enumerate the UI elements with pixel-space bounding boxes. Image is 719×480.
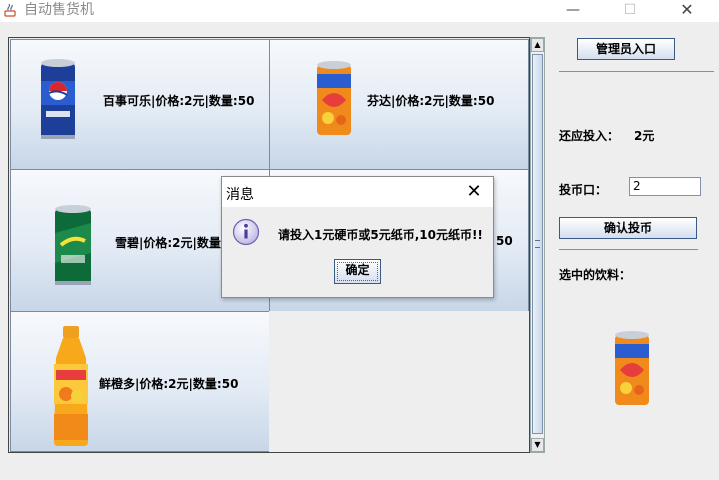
drink-label: 50 <box>496 234 513 248</box>
selected-drink-label: 选中的饮料： <box>559 268 632 282</box>
grid-scrollbar[interactable]: ▲ ▼ <box>530 37 545 453</box>
drink-label: 芬达|价格:2元|数量:50 <box>367 94 495 108</box>
admin-entry-button[interactable]: 管理员入口 <box>577 38 675 60</box>
coin-slot-label: 投币口： <box>559 183 608 197</box>
dialog-title: 消息 <box>226 187 254 203</box>
maximize-button[interactable]: ☐ <box>607 0 653 22</box>
empty-cell <box>269 311 529 452</box>
drink-cell-fanta[interactable]: 芬达|价格:2元|数量:50 <box>269 39 529 170</box>
drink-label: 鲜橙多|价格:2元|数量:50 <box>99 377 239 391</box>
java-app-icon <box>4 3 16 17</box>
scrollbar-thumb[interactable] <box>532 54 543 434</box>
divider <box>559 249 698 250</box>
drink-cell-orange[interactable]: 鲜橙多|价格:2元|数量:50 <box>10 311 270 452</box>
dialog-close-icon[interactable]: ✕ <box>462 180 486 204</box>
selected-fanta-can-image <box>615 331 649 405</box>
info-icon <box>232 218 260 246</box>
dialog-ok-button[interactable]: 确定 <box>334 259 381 284</box>
drink-label: 百事可乐|价格:2元|数量:50 <box>103 94 255 108</box>
scroll-up-arrow-icon[interactable]: ▲ <box>531 38 544 52</box>
window-titlebar: 自动售货机 — ☐ ✕ <box>0 0 719 22</box>
remaining-label: 还应投入： <box>559 129 620 143</box>
remaining-value: 2元 <box>634 129 655 143</box>
window-title: 自动售货机 <box>24 2 94 18</box>
minimize-button[interactable]: — <box>550 0 596 22</box>
coin-slot-input[interactable]: 2 <box>629 177 701 196</box>
dialog-message: 请投入1元硬币或5元纸币,10元纸币!! <box>278 228 483 242</box>
drink-cell-pepsi[interactable]: 百事可乐|价格:2元|数量:50 <box>10 39 270 170</box>
dialog-titlebar: 消息 ✕ <box>222 177 493 207</box>
fanta-can-image <box>317 61 351 135</box>
close-window-button[interactable]: ✕ <box>664 0 710 22</box>
pepsi-can-image <box>41 59 75 139</box>
confirm-coin-button[interactable]: 确认投币 <box>559 217 697 239</box>
scroll-down-arrow-icon[interactable]: ▼ <box>531 438 544 452</box>
message-dialog: 消息 ✕ 请投入1元硬币或5元纸币,10元纸币!! 确定 <box>221 176 494 298</box>
sprite-can-image <box>55 205 91 285</box>
divider <box>559 71 714 72</box>
scrollbar-grip-icon <box>535 240 540 248</box>
orange-juice-bottle-image <box>54 326 88 446</box>
